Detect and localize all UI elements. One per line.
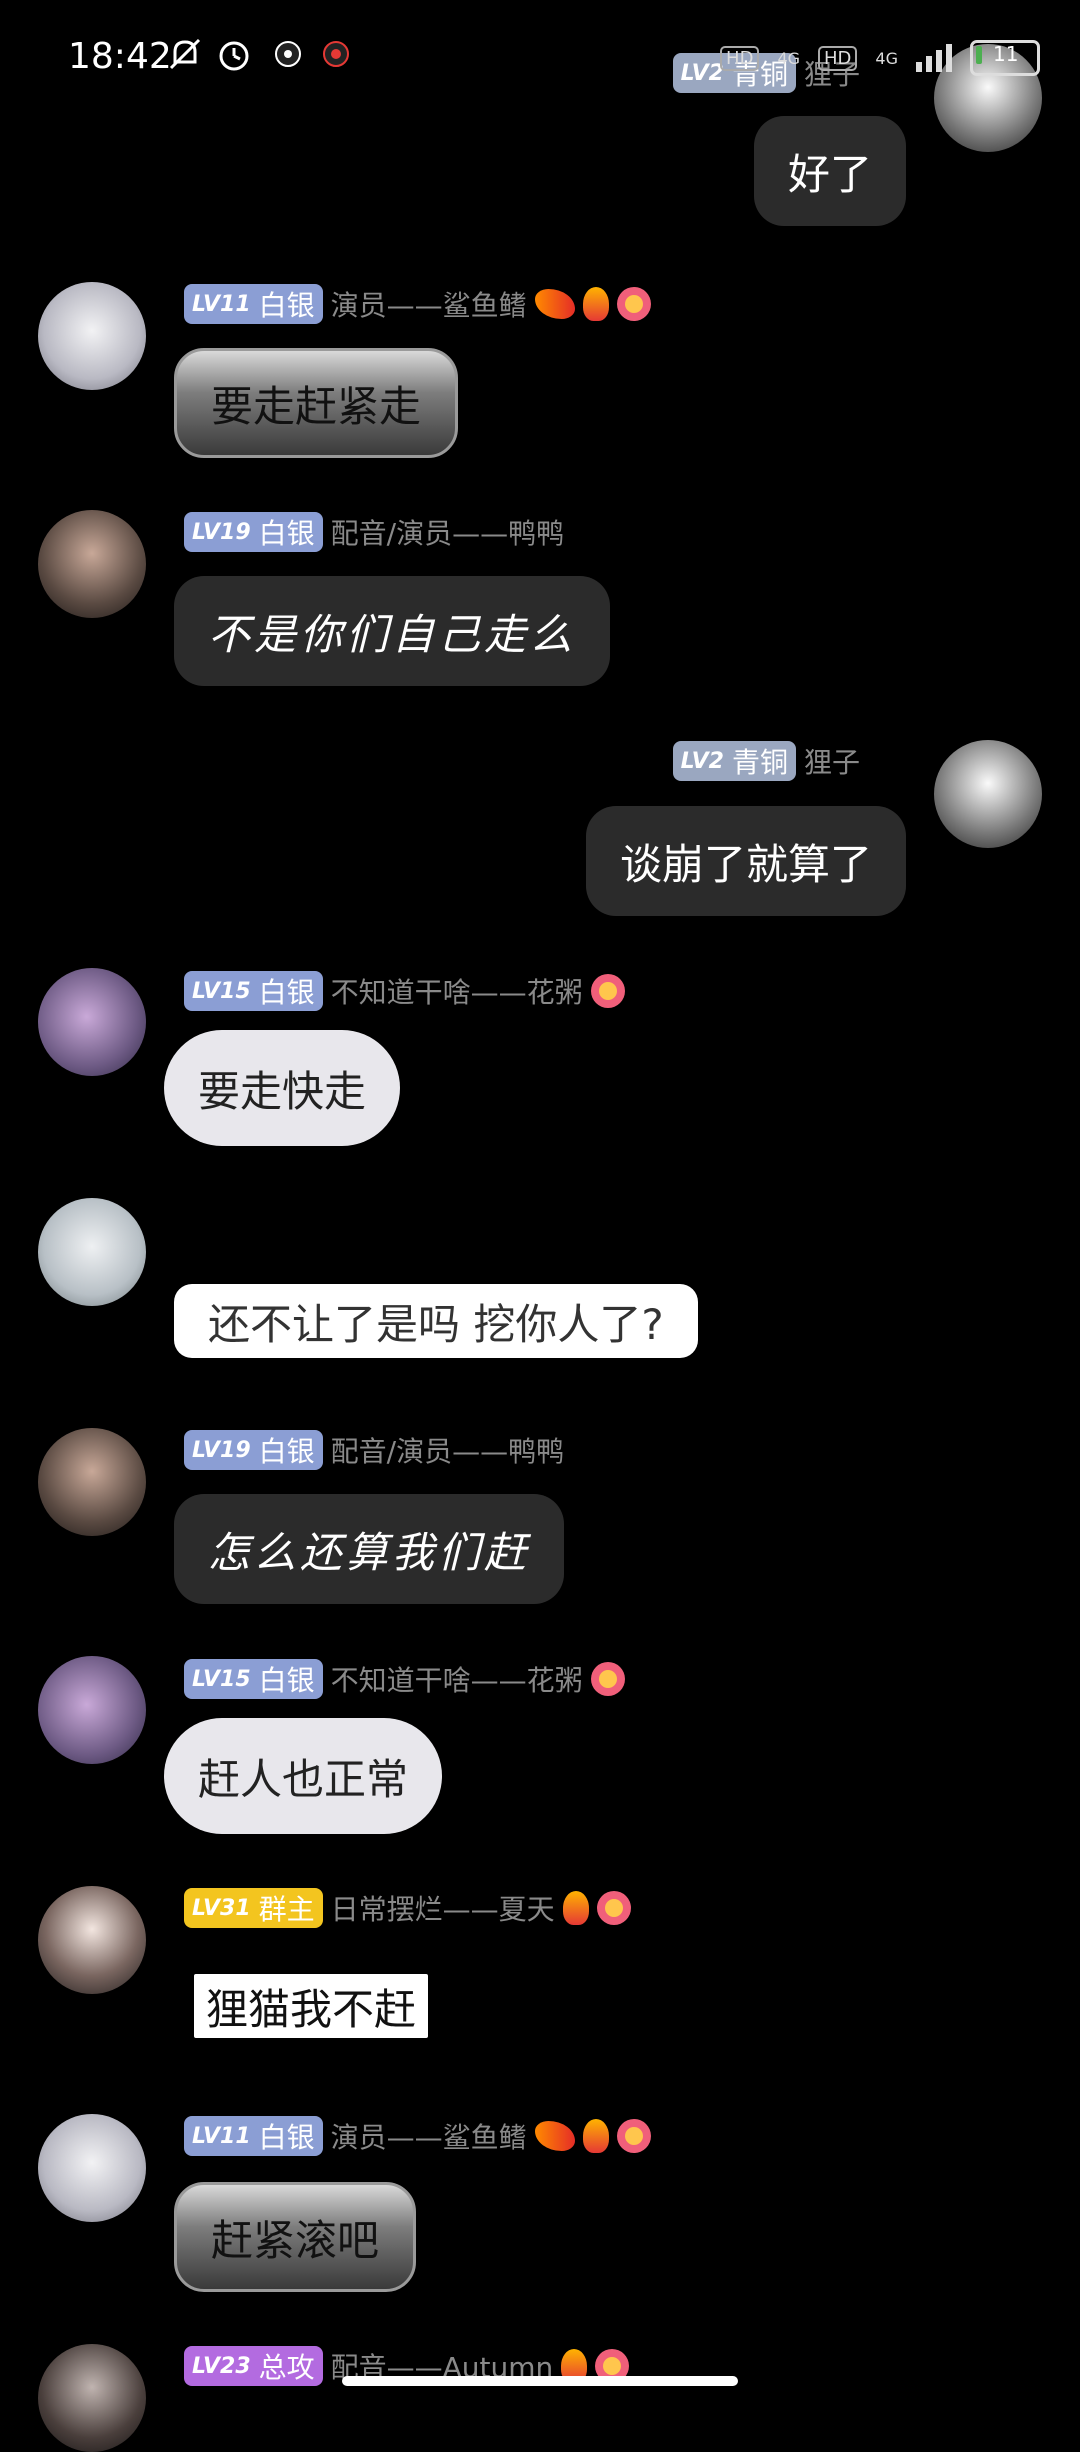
sender-nick: 不知道干啥——花粥 bbox=[330, 1664, 583, 1697]
avatar[interactable] bbox=[934, 740, 1042, 848]
wing-medal-icon bbox=[534, 289, 575, 319]
app-notification-icon bbox=[275, 41, 301, 67]
rank-badge: LV23 总攻 bbox=[184, 2346, 323, 2386]
home-indicator[interactable] bbox=[342, 2376, 738, 2386]
net-hd-1: HD bbox=[720, 45, 760, 71]
avatar[interactable] bbox=[38, 1656, 146, 1764]
sender-meta: LV2 青铜 狸子 bbox=[672, 740, 860, 782]
rank-badge: LV11 白银 bbox=[184, 2116, 323, 2156]
flower-icon bbox=[596, 1891, 631, 1925]
avatar[interactable] bbox=[38, 2344, 146, 2452]
sender-meta: LV11 白银 演员——鲨鱼鳍 bbox=[184, 283, 651, 325]
message-bubble[interactable]: 好了 bbox=[753, 116, 906, 226]
sender-meta: LV11 白银 演员——鲨鱼鳍 bbox=[184, 2115, 651, 2157]
flower-icon bbox=[590, 974, 625, 1008]
message-bubble[interactable]: 谈崩了就算了 bbox=[585, 806, 906, 916]
sender-meta: LV19 白银 配音/演员——鸭鸭 bbox=[184, 511, 564, 553]
sender-nick: 配音/演员——鸭鸭 bbox=[330, 517, 565, 550]
sender-nick: 狸子 bbox=[803, 746, 860, 779]
battery-level: 11 bbox=[993, 42, 1019, 66]
flower-icon bbox=[616, 287, 651, 321]
message-bubble[interactable]: 还不让了是吗 挖你人了? bbox=[174, 1284, 698, 1358]
message-bubble[interactable]: 不是你们自己走么 bbox=[174, 576, 611, 686]
message-bubble[interactable]: 要走快走 bbox=[164, 1030, 401, 1146]
net-hd-2: HD bbox=[818, 45, 858, 71]
flower-icon bbox=[590, 1662, 625, 1696]
avatar[interactable] bbox=[38, 1428, 146, 1536]
alarm-icon bbox=[219, 41, 249, 71]
rank-badge: LV11 白银 bbox=[184, 284, 323, 324]
sender-nick: 日常摆烂——夏天 bbox=[330, 1893, 555, 1926]
app-notification-icon-2 bbox=[323, 41, 349, 67]
rank-badge: LV19 白银 bbox=[184, 512, 323, 552]
sender-nick: 演员——鲨鱼鳍 bbox=[330, 289, 527, 322]
sender-nick: 演员——鲨鱼鳍 bbox=[330, 2121, 527, 2154]
avatar[interactable] bbox=[38, 2114, 146, 2222]
message-bubble[interactable]: 要走赶紧走 bbox=[174, 348, 459, 458]
sender-meta: LV15 白银 不知道干啥——花粥 bbox=[184, 1658, 625, 1700]
avatar[interactable] bbox=[38, 968, 146, 1076]
wing-medal-icon bbox=[534, 2121, 575, 2151]
avatar[interactable] bbox=[38, 1198, 146, 1306]
message-bubble[interactable]: 怎么还算我们赶 bbox=[174, 1494, 565, 1604]
rank-badge: LV19 白银 bbox=[184, 1430, 323, 1470]
message-bubble[interactable]: 赶紧滚吧 bbox=[174, 2182, 417, 2292]
flame-icon bbox=[582, 2119, 609, 2153]
net-type-2: 4G bbox=[875, 48, 898, 68]
sender-nick: 配音/演员——鸭鸭 bbox=[330, 1435, 565, 1468]
flame-icon bbox=[582, 287, 609, 321]
sender-meta: LV15 白银 不知道干啥——花粥 bbox=[184, 970, 625, 1012]
message-bubble[interactable]: 狸猫我不赶 bbox=[194, 1974, 429, 2038]
net-type-1: 4G bbox=[777, 48, 801, 68]
avatar[interactable] bbox=[38, 510, 146, 618]
sender-meta: LV31 群主 日常摆烂——夏天 bbox=[184, 1887, 631, 1929]
status-bar: 18:42 HD 4G HD 4G 11 bbox=[0, 0, 1080, 110]
rank-badge: LV31 群主 bbox=[184, 1888, 323, 1928]
avatar[interactable] bbox=[38, 1886, 146, 1994]
rank-badge: LV15 白银 bbox=[184, 1659, 323, 1699]
status-time: 18:42 bbox=[68, 36, 172, 77]
flower-icon bbox=[616, 2119, 651, 2153]
sender-meta: LV19 白银 配音/演员——鸭鸭 bbox=[184, 1429, 564, 1471]
message-bubble[interactable]: 赶人也正常 bbox=[164, 1718, 443, 1834]
rank-badge: LV2 青铜 bbox=[672, 741, 796, 781]
rank-badge: LV15 白银 bbox=[184, 971, 323, 1011]
mute-bell-icon bbox=[169, 38, 201, 70]
sender-nick: 不知道干啥——花粥 bbox=[330, 976, 583, 1009]
signal-icon bbox=[916, 44, 952, 72]
avatar[interactable] bbox=[38, 282, 146, 390]
flame-icon bbox=[562, 1891, 589, 1925]
battery-icon: 11 bbox=[970, 40, 1040, 76]
status-right-group: HD 4G HD 4G 11 bbox=[720, 40, 1040, 76]
